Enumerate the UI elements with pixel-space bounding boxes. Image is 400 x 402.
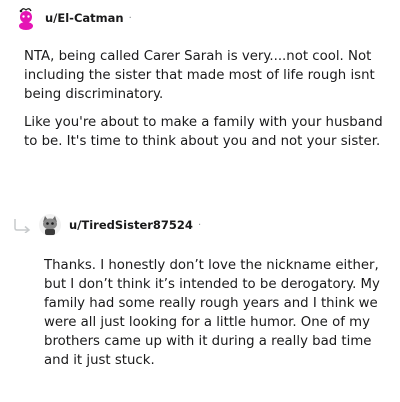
meta-separator: · (128, 12, 132, 24)
reply-thread-icon (14, 219, 31, 233)
comment-header: u/El-Catman · (14, 6, 132, 30)
comment-username[interactable]: u/El-Catman (45, 11, 124, 25)
reply-paragraph: Thanks. I honestly don’t love the nickna… (44, 258, 380, 368)
reply-header: u/TiredSister87524 · (38, 213, 201, 237)
user-avatar-icon[interactable] (38, 213, 62, 237)
reply-body: Thanks. I honestly don’t love the nickna… (44, 256, 382, 370)
meta-separator: · (197, 219, 202, 231)
comment-body: NTA, being called Carer Sarah is very...… (24, 47, 384, 151)
reply-username[interactable]: u/TiredSister87524 (69, 218, 193, 232)
user-avatar-icon[interactable] (14, 6, 38, 30)
comment-paragraph: Like you're about to make a family with … (24, 115, 383, 149)
comment-paragraph: NTA, being called Carer Sarah is very...… (24, 49, 375, 102)
